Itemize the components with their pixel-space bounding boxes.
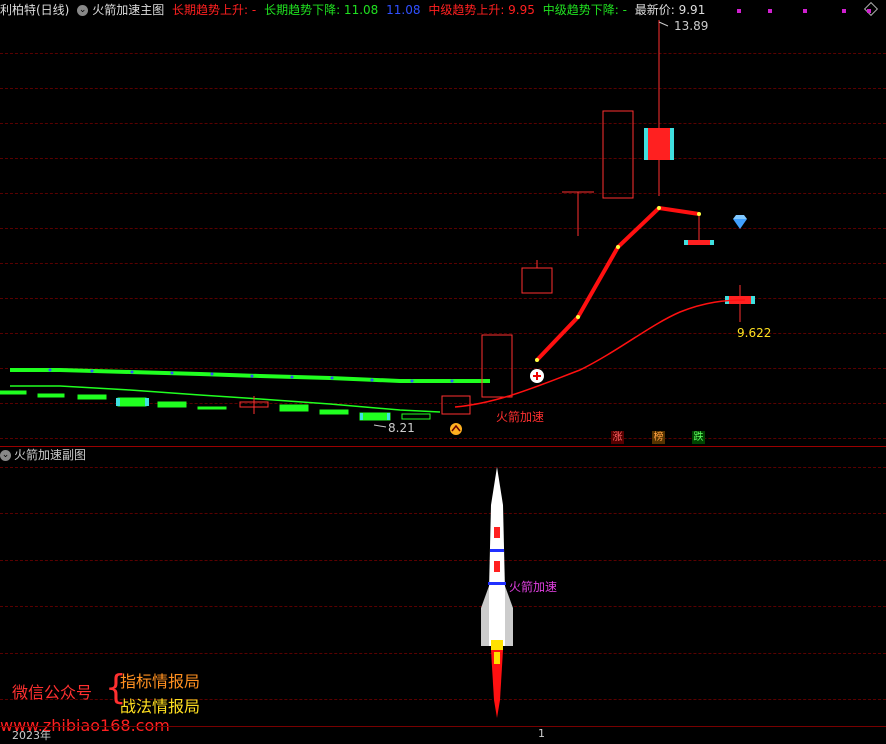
badge-up[interactable]: 涨 bbox=[611, 431, 624, 444]
sub-rocket-text: 火箭加速 bbox=[509, 580, 558, 594]
low-price-label: 8.21 bbox=[388, 421, 415, 435]
wechat-label: 微信公众号 bbox=[12, 683, 93, 702]
main-chart bbox=[0, 20, 755, 718]
badge-rank[interactable]: 榜 bbox=[652, 431, 665, 444]
brand-tactic: 战法情报局 bbox=[120, 697, 201, 716]
ma-line bbox=[454, 299, 746, 408]
long-trend-down-line bbox=[10, 368, 490, 383]
mid-trend-up-line bbox=[535, 205, 700, 362]
rocket-signal-text: 火箭加速 bbox=[496, 410, 545, 424]
badge-down[interactable]: 跌 bbox=[692, 431, 705, 444]
sub-panel-title-text: 火箭加速副图 bbox=[14, 448, 87, 462]
brand-indicator: 指标情报局 bbox=[120, 672, 201, 691]
sub-panel-title[interactable]: ⌄ 火箭加速副图 bbox=[0, 448, 86, 462]
cyan-caps bbox=[116, 398, 390, 420]
high-price-label: 13.89 bbox=[674, 19, 709, 33]
ma-value-label: 9.622 bbox=[737, 326, 772, 340]
axis-marker: 1 bbox=[538, 727, 545, 740]
year-label: 2023年 bbox=[12, 729, 51, 742]
chevron-down-icon[interactable]: ⌄ bbox=[0, 450, 11, 461]
footer-axis bbox=[0, 726, 886, 744]
